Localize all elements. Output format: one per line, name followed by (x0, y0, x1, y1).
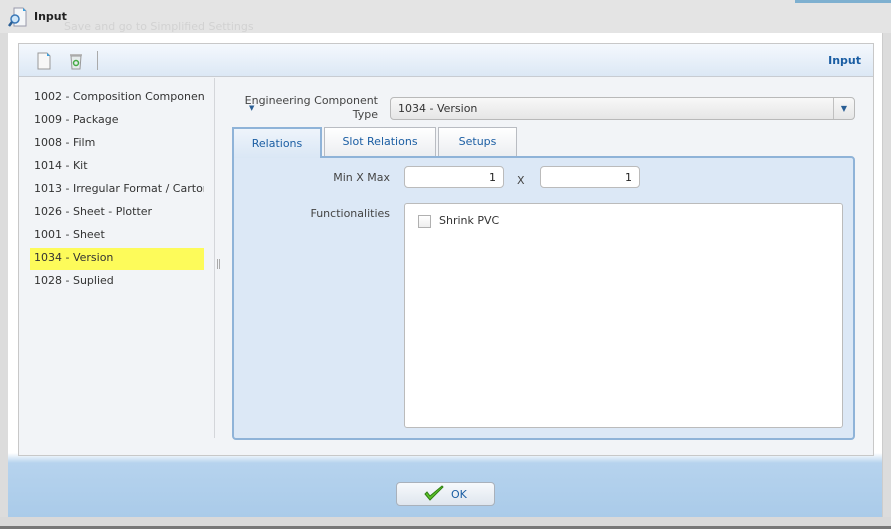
engineering-component-type-select[interactable]: 1034 - Version ▼ (390, 97, 855, 120)
shrink-pvc-label[interactable]: Shrink PVC (439, 214, 499, 227)
document-search-icon (8, 7, 27, 27)
tab-setups[interactable]: Setups (438, 127, 517, 156)
list-item[interactable]: 1028 - Suplied (30, 271, 204, 293)
toolbar-title: Input (828, 54, 861, 67)
list-item[interactable]: 1013 - Irregular Format / Carton Bc (30, 179, 204, 201)
engineering-component-type-label: Engineering Component Type (244, 94, 378, 121)
recycle-bin-icon[interactable] (67, 51, 85, 71)
tab-slot-relations[interactable]: Slot Relations (324, 127, 436, 156)
select-value: 1034 - Version (398, 102, 478, 115)
checkmark-icon (424, 485, 444, 501)
new-document-icon[interactable] (35, 51, 53, 71)
toolbar: Input (19, 44, 873, 77)
chevron-down-icon[interactable]: ▼ (833, 98, 854, 119)
bottom-bar (0, 517, 891, 529)
list-item[interactable]: 1001 - Sheet (30, 225, 204, 247)
list-item[interactable]: 1009 - Package (30, 110, 204, 132)
ok-label: OK (451, 488, 467, 501)
functionalities-label: Functionalities (310, 207, 390, 220)
window-title: Input (34, 10, 67, 23)
background-text: Save and go to Simplified Settings (64, 20, 254, 33)
list-item[interactable]: 1014 - Kit (30, 156, 204, 178)
shrink-pvc-checkbox[interactable] (418, 215, 431, 228)
ok-button[interactable]: OK (396, 482, 495, 506)
list-item[interactable]: 1002 - Composition Component (30, 87, 204, 109)
functionalities-list: Shrink PVC (404, 203, 843, 428)
toolbar-separator (97, 51, 98, 70)
list-item-selected[interactable]: 1034 - Version (30, 248, 204, 270)
list-item[interactable]: 1026 - Sheet - Plotter (30, 202, 204, 224)
top-strip (795, 0, 891, 3)
title-bar: Input Save and go to Simplified Settings (0, 0, 891, 33)
min-max-label: Min X Max (333, 171, 390, 184)
splitter-handle[interactable] (217, 259, 220, 269)
tab-relations[interactable]: Relations (232, 127, 322, 158)
min-input[interactable]: 1 (404, 166, 504, 188)
max-input[interactable]: 1 (540, 166, 640, 188)
component-list: 1002 - Composition Component 1009 - Pack… (20, 78, 215, 438)
x-separator: X (517, 174, 525, 187)
list-item[interactable]: 1008 - Film (30, 133, 204, 155)
